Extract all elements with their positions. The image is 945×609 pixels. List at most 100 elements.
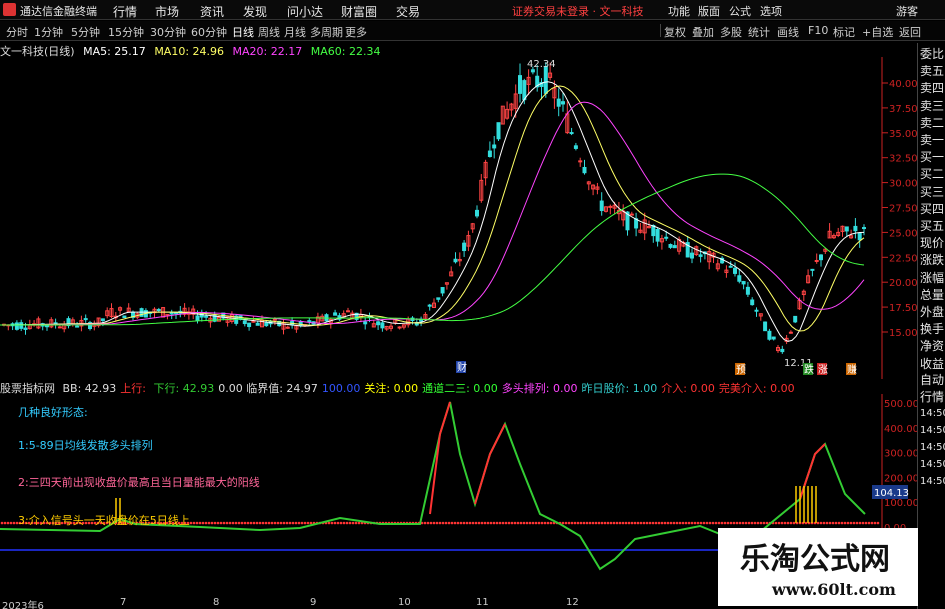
toolbar-divider (660, 24, 661, 37)
menu-zixun[interactable]: 资讯 (200, 3, 224, 20)
side-panel-item[interactable]: 委比 (920, 47, 945, 61)
tool-fanhui[interactable]: 返回 (899, 24, 921, 40)
baseline-dot (762, 521, 766, 525)
baseline-dot (672, 521, 676, 525)
baseline-dot (204, 521, 208, 525)
baseline-dot (834, 521, 838, 525)
login-warning[interactable]: 证券交易未登录 · 文一科技 (512, 3, 644, 19)
period-fenshi[interactable]: 分时 (6, 24, 28, 40)
menu-wenxiaoda[interactable]: 问小达 (287, 3, 323, 20)
side-panel-item[interactable]: 外盘 (920, 305, 945, 319)
menu-gongshi[interactable]: 公式 (729, 3, 751, 19)
period-weekly[interactable]: 周线 (258, 24, 280, 40)
menu-guest[interactable]: 游客 (896, 3, 918, 19)
candle-body (599, 200, 604, 212)
baseline-dot (861, 521, 865, 525)
baseline-dot (738, 521, 742, 525)
candle-body (745, 286, 750, 295)
menu-shichang[interactable]: 市场 (155, 3, 179, 20)
period-monthly[interactable]: 月线 (284, 24, 306, 40)
candle-body (754, 309, 759, 312)
menu-xuanxiang[interactable]: 选项 (760, 3, 782, 19)
candle-body (741, 281, 746, 285)
period-60min[interactable]: 60分钟 (191, 24, 227, 40)
side-panel-item[interactable]: 14:50 (920, 441, 945, 455)
baseline-dot (291, 521, 295, 525)
side-panel-item[interactable]: 买五 (920, 219, 945, 233)
kline-chart[interactable]: 40.00 37.50 35.00 32.50 30.00 27.50 25.00 22.50… (0, 57, 917, 379)
baseline-dot (750, 521, 754, 525)
baseline-dot (564, 521, 568, 525)
baseline-dot (501, 521, 505, 525)
candle-body (285, 326, 290, 329)
side-panel-item[interactable]: 14:50 (920, 407, 945, 421)
app-title: 通达信金融终端 (20, 5, 97, 18)
side-panel-item[interactable]: 自动 (920, 373, 945, 387)
watermark-title: 乐淘公式网 (740, 542, 890, 577)
side-panel-item[interactable]: 买二 (920, 167, 945, 181)
baseline-dot (612, 521, 616, 525)
tool-huaxian[interactable]: 画线 (777, 24, 799, 40)
tool-biaoji[interactable]: 标记 (833, 24, 855, 40)
high-annotation: 42.34 (527, 59, 556, 70)
side-panel-item[interactable]: 卖二 (920, 116, 945, 130)
side-panel-item[interactable]: 现价 (920, 236, 945, 250)
baseline-dot (489, 521, 493, 525)
side-panel-item[interactable]: 净资 (920, 339, 945, 353)
menu-faxian[interactable]: 发现 (243, 3, 267, 20)
app-logo-icon (3, 3, 16, 16)
candle-body (737, 275, 742, 282)
candle-body (298, 321, 303, 327)
menu-gongneng[interactable]: 功能 (668, 3, 690, 19)
side-panel-item[interactable]: 涨跌 (920, 253, 945, 267)
tool-diejia[interactable]: 叠加 (692, 24, 714, 40)
tool-zixuan[interactable]: +自选 (862, 24, 893, 40)
menu-banmian[interactable]: 版面 (698, 3, 720, 19)
date-label: 7 (120, 597, 127, 608)
baseline-dot (336, 521, 340, 525)
period-multi[interactable]: 多周期 (310, 24, 343, 40)
side-panel-item[interactable]: 换手 (920, 322, 945, 336)
side-panel-item[interactable]: 14:50 (920, 475, 945, 489)
menu-hangqing[interactable]: 行情 (113, 3, 137, 20)
candle-body (475, 209, 479, 217)
period-daily[interactable]: 日线 (232, 24, 254, 40)
baseline-dot (525, 521, 529, 525)
period-30min[interactable]: 30分钟 (150, 24, 186, 40)
candle-body (242, 320, 247, 325)
side-panel-item[interactable]: 总量 (920, 288, 945, 302)
menu-caifuquan[interactable]: 财富圈 (341, 3, 377, 20)
side-panel-item[interactable]: 涨幅 (920, 271, 945, 285)
tool-tongji[interactable]: 统计 (748, 24, 770, 40)
tool-duogu[interactable]: 多股 (720, 24, 742, 40)
side-panel-item[interactable]: 买一 (920, 150, 945, 164)
side-panel-item[interactable]: 卖四 (920, 81, 945, 95)
candlestick-series (2, 62, 866, 354)
side-panel-item[interactable]: 买三 (920, 185, 945, 199)
menu-jiaoyi[interactable]: 交易 (396, 3, 420, 20)
period-15min[interactable]: 15分钟 (108, 24, 144, 40)
side-panel-item[interactable]: 14:50 (920, 458, 945, 472)
baseline-dot (465, 521, 469, 525)
tool-fuquan[interactable]: 复权 (664, 24, 686, 40)
side-panel-item[interactable]: 卖五 (920, 64, 945, 78)
period-5min[interactable]: 5分钟 (71, 24, 100, 40)
side-panel-item[interactable]: 14:50 (920, 424, 945, 438)
period-more[interactable]: 更多 (345, 24, 367, 40)
watermark-url: www.60lt.com (772, 580, 896, 599)
side-panel-item[interactable]: 卖一 (920, 133, 945, 147)
side-panel-item[interactable]: 卖三 (920, 99, 945, 113)
indicator-tick-label: 300.00 (884, 449, 917, 460)
side-panel: 委比卖五卖四卖三卖二卖一买一买二买三买四买五现价涨跌涨幅总量外盘换手净资收益自动… (917, 43, 945, 609)
candle-body (763, 321, 768, 332)
baseline-dot (609, 521, 613, 525)
baseline-dot (477, 521, 481, 525)
tool-f10[interactable]: F10 (808, 24, 828, 37)
side-panel-item[interactable]: 行情 (920, 390, 945, 404)
side-panel-item[interactable]: 收益 (920, 357, 945, 371)
baseline-dot (258, 521, 262, 525)
baseline-dot (255, 521, 259, 525)
period-1min[interactable]: 1分钟 (34, 24, 63, 40)
side-panel-item[interactable]: 买四 (920, 202, 945, 216)
baseline-dot (822, 521, 826, 525)
